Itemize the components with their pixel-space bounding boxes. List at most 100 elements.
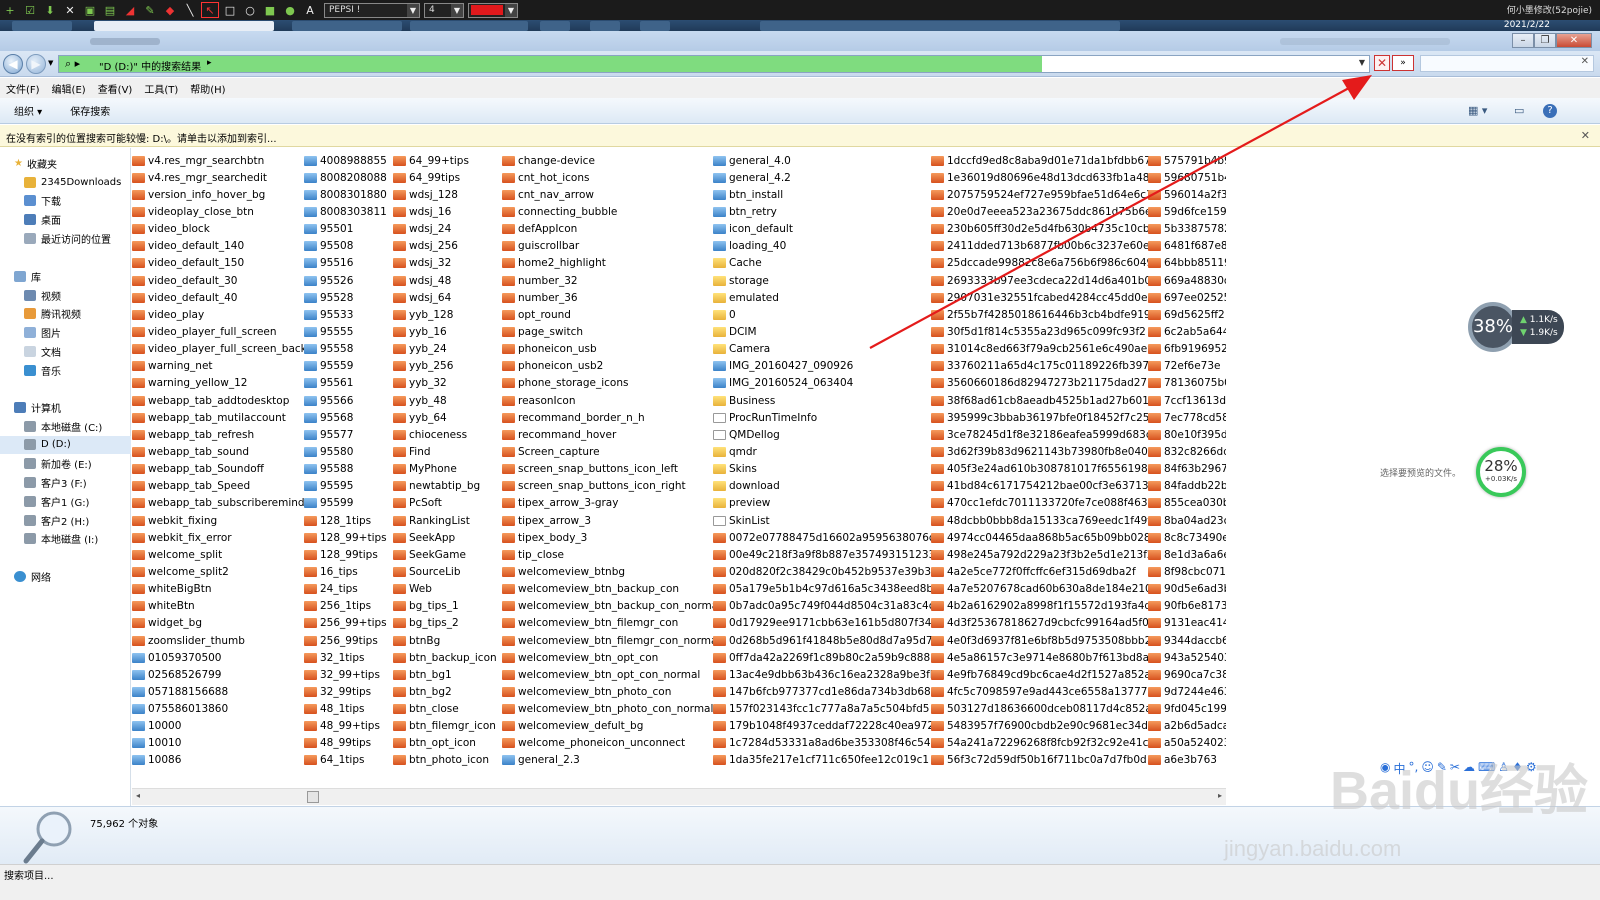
file-item[interactable]: RankingList <box>393 512 497 529</box>
file-item[interactable]: 8008301880 <box>304 186 387 203</box>
file-item[interactable]: 54a241a72296268f8fcb92f32c92e41c <box>931 735 1160 752</box>
horizontal-scrollbar[interactable]: ◂ ▸ <box>132 788 1226 805</box>
file-item[interactable]: video_default_140 <box>132 238 307 255</box>
line-icon[interactable]: ╲ <box>182 3 198 17</box>
file-item[interactable]: yyb_128 <box>393 306 497 323</box>
file-item[interactable]: 5b33875782 <box>1148 221 1226 238</box>
file-item[interactable]: wdsj_32 <box>393 255 497 272</box>
file-item[interactable]: 25dccade99882c8e6a756b6f986c6049 <box>931 255 1160 272</box>
file-item[interactable]: 1e36019d80696e48d13dcd633fb1a487 <box>931 169 1160 186</box>
file-item[interactable]: 8ba04ad23c <box>1148 512 1226 529</box>
file-item[interactable]: video_play <box>132 306 307 323</box>
file-item[interactable]: 075586013860 <box>132 701 307 718</box>
file-item[interactable]: v4.res_mgr_searchbtn <box>132 152 307 169</box>
file-item[interactable]: 4e5a86157c3e9714e8680b7f613bd8a0 <box>931 649 1160 666</box>
file-item[interactable]: loading_40 <box>713 238 942 255</box>
file-item[interactable]: 4a7e5207678cad60b630a8de184e210b <box>931 581 1160 598</box>
file-item[interactable]: Web <box>393 581 497 598</box>
taskbar-item-active[interactable] <box>94 21 274 31</box>
arrow-tool-icon[interactable]: ↖ <box>201 2 219 18</box>
file-item[interactable]: 72ef6e73e <box>1148 358 1226 375</box>
nav-item[interactable]: 腾讯视频 <box>0 305 131 323</box>
nav-item[interactable]: 文档 <box>0 342 131 360</box>
keyboard-icon[interactable]: ⌨ <box>1478 760 1495 777</box>
file-item[interactable]: video_player_full_screen <box>132 323 307 340</box>
file-item[interactable]: 943a525403 <box>1148 649 1226 666</box>
file-item[interactable]: 0b7adc0a95c749f044d8504c31a83c4c <box>713 598 942 615</box>
taskbar-item[interactable] <box>12 21 72 31</box>
fill-icon[interactable]: ◆ <box>162 3 178 17</box>
close-window-button[interactable]: ✕ <box>1556 33 1592 48</box>
floppy-icon[interactable]: ▣ <box>82 3 98 17</box>
file-item[interactable]: 9690ca7c38 <box>1148 666 1226 683</box>
file-item[interactable]: 02568526799 <box>132 666 307 683</box>
file-item[interactable]: 1dccfd9ed8c8aba9d01e71da1bfdbb67 <box>931 152 1160 169</box>
file-item[interactable]: preview <box>713 495 942 512</box>
file-item[interactable]: video_block <box>132 221 307 238</box>
file-item[interactable]: welcomeview_btnbg <box>502 563 721 580</box>
file-item[interactable]: 33760211a65d4c175c01189226fb397d <box>931 358 1160 375</box>
file-item[interactable]: tip_close <box>502 546 721 563</box>
file-item[interactable]: QMDellog <box>713 426 942 443</box>
file-item[interactable]: 95555 <box>304 323 387 340</box>
file-item[interactable]: 64bbb85119 <box>1148 255 1226 272</box>
file-item[interactable]: btn_bg2 <box>393 683 497 700</box>
file-item[interactable]: 2411dded713b6877fb00b6c3237e60e7 <box>931 238 1160 255</box>
size-select[interactable]: 4 ▼ <box>424 2 464 18</box>
file-item[interactable]: 05a179e5b1b4c97d616a5c3438eed8be <box>713 581 942 598</box>
file-item[interactable]: 669a48830d <box>1148 272 1226 289</box>
file-item[interactable]: newtabtip_bg <box>393 478 497 495</box>
file-item[interactable]: wdsj_24 <box>393 221 497 238</box>
eraser-icon[interactable]: ◢ <box>122 3 138 17</box>
font-select[interactable]: PEPSI ! ▼ <box>324 2 420 18</box>
file-item[interactable]: yyb_24 <box>393 341 497 358</box>
file-item[interactable]: 38f68ad61cb8aeadb4525b1ad27b6011 <box>931 392 1160 409</box>
handwriting-icon[interactable]: ✎ <box>1437 760 1447 777</box>
nav-item[interactable]: 视频 <box>0 286 131 304</box>
file-item[interactable]: btn_opt_icon <box>393 735 497 752</box>
file-item[interactable]: 128_99+tips <box>304 529 387 546</box>
file-item[interactable]: 2075759524ef727e959bfae51d64e6c3 <box>931 186 1160 203</box>
file-item[interactable]: videoplay_close_btn <box>132 203 307 220</box>
file-item[interactable]: 90fb6e8173 <box>1148 598 1226 615</box>
file-item[interactable]: 4008988855 <box>304 152 387 169</box>
file-item[interactable]: 470cc1efdc7011133720fe7ce088f463 <box>931 495 1160 512</box>
forward-button[interactable]: ▶ <box>26 54 46 74</box>
file-item[interactable]: qmdr <box>713 443 942 460</box>
file-item[interactable]: 56f3c72d59df50b16f711bc0a7d7fb0d <box>931 752 1160 769</box>
file-item[interactable]: whiteBigBtn <box>132 581 307 598</box>
nav-item[interactable]: D (D:) <box>0 435 131 454</box>
nav-item[interactable]: 客户3 (F:) <box>0 473 131 491</box>
file-item[interactable]: recommand_hover <box>502 426 721 443</box>
menu-help[interactable]: 帮助(H) <box>184 81 231 96</box>
file-item[interactable]: 24_tips <box>304 581 387 598</box>
file-item[interactable]: 48dcbb0bbb8da15133ca769eedc1f49f <box>931 512 1160 529</box>
file-item[interactable]: PcSoft <box>393 495 497 512</box>
file-item[interactable]: btn_retry <box>713 203 942 220</box>
file-item[interactable]: webapp_tab_Soundoff <box>132 461 307 478</box>
file-item[interactable]: a6e3b763 <box>1148 752 1226 769</box>
file-item[interactable]: reasonIcon <box>502 392 721 409</box>
file-item[interactable]: yyb_16 <box>393 323 497 340</box>
file-item[interactable]: bg_tips_1 <box>393 598 497 615</box>
taskbar-item[interactable] <box>540 21 570 31</box>
file-item[interactable]: zoomslider_thumb <box>132 632 307 649</box>
chinese-mode-icon[interactable]: 中 <box>1393 760 1405 777</box>
settings-icon[interactable]: ⚙ <box>1526 760 1537 777</box>
taskbar-item[interactable] <box>410 21 528 31</box>
nav-item[interactable]: 本地磁盘 (C:) <box>0 417 131 435</box>
file-item[interactable]: 596014a2f3 <box>1148 186 1226 203</box>
file-item[interactable]: wdsj_256 <box>393 238 497 255</box>
file-item[interactable]: wdsj_16 <box>393 203 497 220</box>
user-icon[interactable]: ♙ <box>1498 760 1509 777</box>
file-item[interactable]: Screen_capture <box>502 443 721 460</box>
file-item[interactable]: storage <box>713 272 942 289</box>
download-icon[interactable]: ⬇ <box>42 3 58 17</box>
file-item[interactable]: Camera <box>713 341 942 358</box>
file-item[interactable]: 8c8c73490e <box>1148 529 1226 546</box>
file-item[interactable]: 9344daccb6 <box>1148 632 1226 649</box>
file-item[interactable]: whiteBtn <box>132 598 307 615</box>
file-item[interactable]: 057188156688 <box>132 683 307 700</box>
file-item[interactable]: 10010 <box>132 735 307 752</box>
file-item[interactable]: 020d820f2c38429c0b452b9537e39b3f <box>713 563 942 580</box>
